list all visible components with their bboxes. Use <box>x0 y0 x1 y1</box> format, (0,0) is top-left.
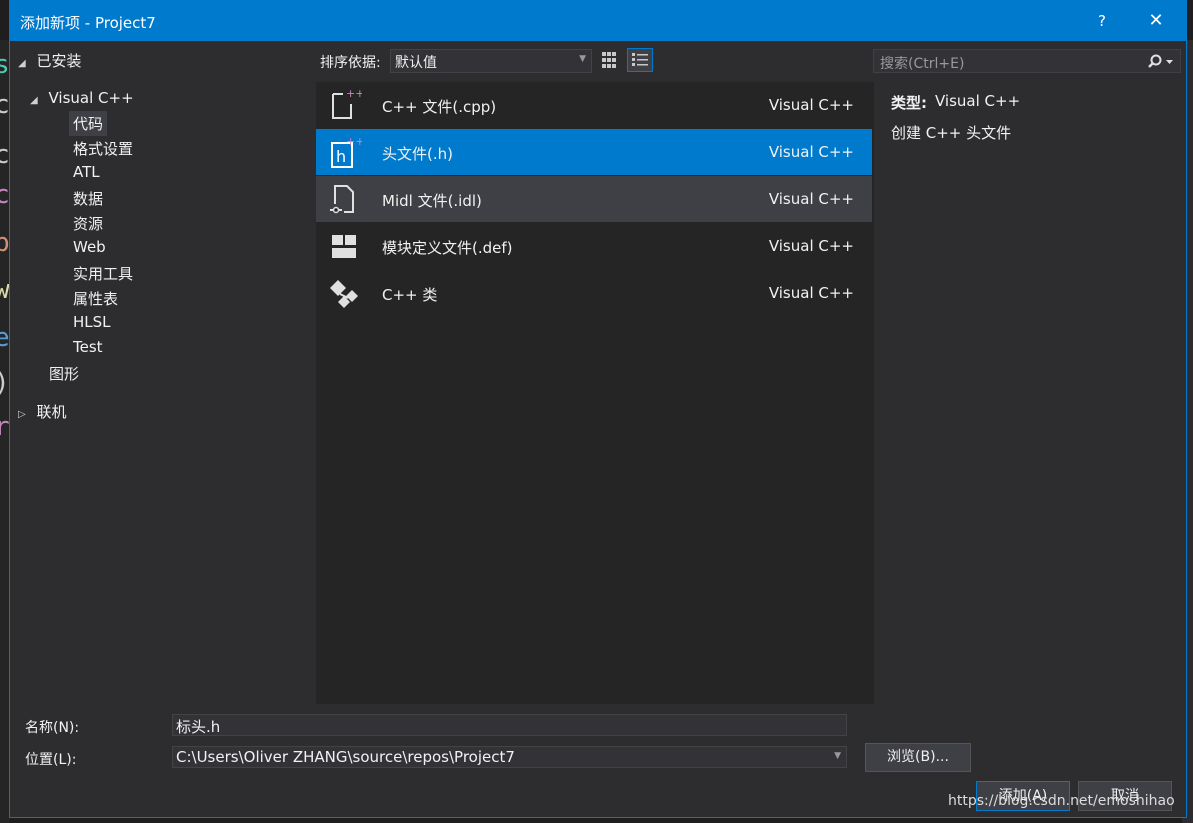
template-row-def[interactable]: 模块定义文件(.def) Visual C++ <box>316 223 872 269</box>
location-field[interactable]: C:\Users\Oliver ZHANG\source\repos\Proje… <box>172 746 847 768</box>
watermark-text: https://blog.csdn.net/emoshihao <box>948 793 1175 809</box>
cpp-class-icon <box>330 280 358 308</box>
template-language: Visual C++ <box>768 237 854 255</box>
collapsed-triangle-icon: ▷ <box>18 409 26 420</box>
template-name: C++ 文件(.cpp) <box>382 98 497 116</box>
template-name: Midl 文件(.idl) <box>382 192 482 210</box>
category-tree: ◢ 已安装 ◢ Visual C++ 代码 格式设置 ATL 数据 资源 Web… <box>10 41 306 706</box>
close-button[interactable]: ✕ <box>1144 9 1168 33</box>
search-placeholder: 搜索(Ctrl+E) <box>880 56 965 72</box>
template-language: Visual C++ <box>768 96 854 114</box>
name-label: 名称(N): <box>25 720 80 736</box>
header-file-icon: h ++ <box>331 135 362 168</box>
name-field-value: 标头.h <box>176 718 221 736</box>
chevron-down-icon[interactable]: ▼ <box>834 751 841 761</box>
tree-node-resources[interactable]: 资源 <box>73 213 103 234</box>
browse-button[interactable]: 浏览(B)... <box>865 743 971 772</box>
location-label: 位置(L): <box>25 752 77 768</box>
tree-node-visual-cpp[interactable]: ◢ Visual C++ <box>30 89 134 107</box>
cpp-file-icon: ++ <box>332 88 362 119</box>
template-name: 头文件(.h) <box>382 145 453 163</box>
template-row-midl[interactable]: Midl 文件(.idl) Visual C++ <box>316 176 872 222</box>
sort-by-label: 排序依据: <box>320 55 381 71</box>
tree-node-installed[interactable]: ◢ 已安装 <box>18 50 82 71</box>
template-list: ++ C++ 文件(.cpp) Visual C++ h ++ 头文件(.h) … <box>316 82 874 704</box>
list-view-icon <box>632 53 648 66</box>
tree-node-online[interactable]: ▷ 联机 <box>18 401 67 422</box>
tree-node-label: 已安装 <box>36 52 82 70</box>
tree-node-test[interactable]: Test <box>73 338 103 356</box>
tree-node-formatting[interactable]: 格式设置 <box>73 138 133 159</box>
tree-node-atl[interactable]: ATL <box>73 163 100 181</box>
list-view-button[interactable] <box>627 48 653 72</box>
search-icon[interactable] <box>1146 53 1176 71</box>
tree-node-property-sheets[interactable]: 属性表 <box>73 288 118 309</box>
template-row-cpp[interactable]: ++ C++ 文件(.cpp) Visual C++ <box>316 82 872 128</box>
tree-node-graphics[interactable]: 图形 <box>49 363 79 384</box>
detail-description: 创建 C++ 头文件 <box>891 124 1012 142</box>
detail-type-label: 类型: <box>891 94 927 112</box>
add-new-item-dialog: 添加新项 - Project7 ? ✕ ◢ 已安装 ◢ Visual C++ 代… <box>9 0 1187 818</box>
help-button[interactable]: ? <box>1090 9 1114 33</box>
template-language: Visual C++ <box>768 284 854 302</box>
name-field[interactable]: 标头.h <box>172 714 847 736</box>
svg-text:++: ++ <box>346 88 362 100</box>
sort-by-dropdown[interactable]: 默认值 ▼ <box>390 49 592 73</box>
expanded-triangle-icon: ◢ <box>30 95 38 106</box>
tree-node-label: Visual C++ <box>48 89 134 107</box>
template-language: Visual C++ <box>768 143 854 161</box>
dialog-title: 添加新项 - Project7 <box>20 14 156 32</box>
expanded-triangle-icon: ◢ <box>18 58 26 69</box>
template-name: 模块定义文件(.def) <box>382 239 513 257</box>
tree-node-data[interactable]: 数据 <box>73 188 103 209</box>
template-name: C++ 类 <box>382 286 438 304</box>
tree-node-hlsl[interactable]: HLSL <box>73 313 111 331</box>
grid-view-button[interactable] <box>596 48 622 72</box>
tree-node-utility[interactable]: 实用工具 <box>73 263 133 284</box>
svg-text:h: h <box>336 147 346 166</box>
tree-node-label: 联机 <box>36 403 67 421</box>
template-language: Visual C++ <box>768 190 854 208</box>
def-file-icon <box>332 235 356 258</box>
template-row-class[interactable]: C++ 类 Visual C++ <box>316 270 872 316</box>
grid-view-icon <box>602 52 616 68</box>
tree-node-web[interactable]: Web <box>73 238 106 256</box>
template-row-header[interactable]: h ++ 头文件(.h) Visual C++ <box>316 129 872 175</box>
midl-file-icon <box>330 185 354 214</box>
tree-node-code[interactable]: 代码 <box>69 111 108 136</box>
location-field-value: C:\Users\Oliver ZHANG\source\repos\Proje… <box>176 748 515 766</box>
sort-by-value: 默认值 <box>395 55 437 71</box>
title-bar: 添加新项 - Project7 ? ✕ <box>10 1 1186 41</box>
svg-text:++: ++ <box>346 135 362 148</box>
detail-type-value: Visual C++ <box>935 92 1021 110</box>
chevron-down-icon: ▼ <box>579 54 586 64</box>
search-input[interactable]: 搜索(Ctrl+E) <box>873 49 1181 73</box>
